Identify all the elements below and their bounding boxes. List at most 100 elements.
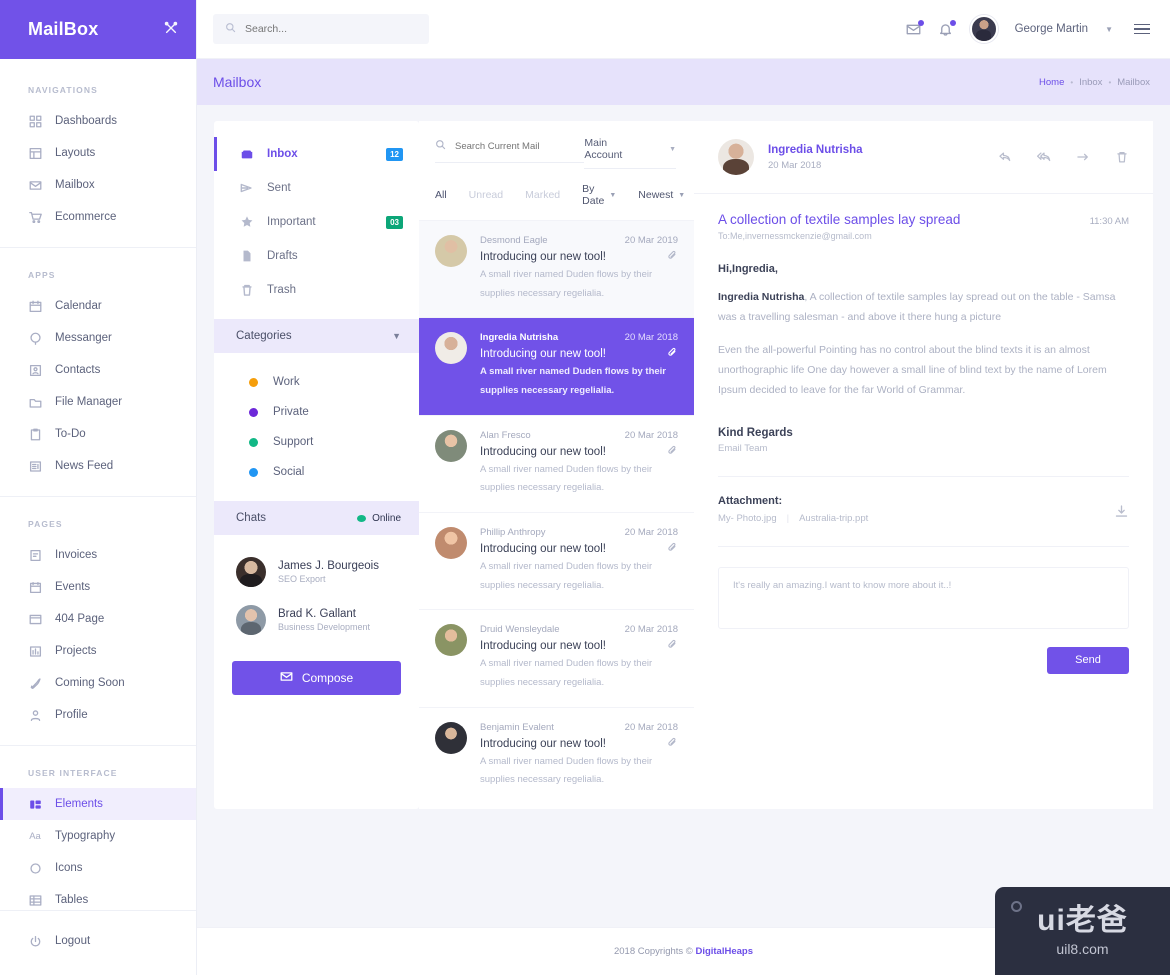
sidebar-item-coming-soon[interactable]: Coming Soon bbox=[0, 667, 196, 699]
sidebar-item-todo[interactable]: To-Do bbox=[0, 418, 196, 450]
send-button[interactable]: Send bbox=[1047, 646, 1129, 674]
mail-item[interactable]: Desmond Eagle 20 Mar 2019 Introducing ou… bbox=[419, 220, 694, 318]
filter-tab-marked[interactable]: Marked bbox=[525, 189, 560, 201]
category-private[interactable]: Private bbox=[214, 397, 419, 427]
mail-subject-row: Introducing our new tool! bbox=[480, 347, 678, 361]
sidebar-item-icons[interactable]: Icons bbox=[0, 852, 196, 884]
sidebar-item-ecommerce[interactable]: Ecommerce bbox=[0, 201, 196, 233]
compose-button[interactable]: Compose bbox=[232, 661, 401, 695]
tools-icon[interactable] bbox=[164, 21, 178, 39]
sort-by-select[interactable]: By Date ▼ bbox=[582, 183, 616, 207]
global-search[interactable] bbox=[213, 14, 429, 44]
reader-regards: Kind Regards bbox=[718, 426, 793, 439]
reader-time: 11:30 AM bbox=[1089, 216, 1129, 227]
reply-icon[interactable] bbox=[998, 150, 1012, 164]
folder-important[interactable]: Important 03 bbox=[214, 205, 419, 239]
clipboard-icon bbox=[28, 427, 42, 441]
chat-item[interactable]: James J. Bourgeois SEO Export bbox=[232, 549, 401, 597]
mail-item[interactable]: Phillip Anthropy 20 Mar 2018 Introducing… bbox=[419, 512, 694, 609]
hamburger-icon[interactable] bbox=[1134, 23, 1150, 35]
sidebar-item-typography[interactable]: Aa Typography bbox=[0, 820, 196, 852]
download-icon[interactable] bbox=[1114, 504, 1129, 524]
chat-info: Brad K. Gallant Business Development bbox=[278, 608, 370, 632]
category-label: Private bbox=[273, 406, 309, 418]
chat-item[interactable]: Brad K. Gallant Business Development bbox=[232, 597, 401, 645]
filter-tab-unread[interactable]: Unread bbox=[469, 189, 503, 201]
delete-icon[interactable] bbox=[1115, 150, 1129, 164]
sidebar-item-profile[interactable]: Profile bbox=[0, 699, 196, 731]
avatar bbox=[236, 557, 266, 587]
breadcrumb-home[interactable]: Home bbox=[1039, 77, 1064, 88]
user-icon bbox=[28, 708, 42, 722]
mail-preview: A small river named Duden flows by their… bbox=[480, 366, 667, 397]
reply-textarea[interactable]: It's really an amazing.I want to know mo… bbox=[718, 566, 1129, 629]
mail-item[interactable]: Druid Wensleydale 20 Mar 2018 Introducin… bbox=[419, 609, 694, 706]
folder-trash[interactable]: Trash bbox=[214, 273, 419, 307]
sidebar-item-messanger[interactable]: Messanger bbox=[0, 322, 196, 354]
sidebar-item-invoices[interactable]: Invoices bbox=[0, 539, 196, 571]
reader-sender[interactable]: Ingredia Nutrisha bbox=[768, 144, 863, 156]
filter-tab-all[interactable]: All bbox=[435, 189, 447, 201]
chevron-down-icon[interactable]: ▼ bbox=[392, 331, 401, 341]
sidebar-item-label: Profile bbox=[55, 709, 88, 721]
sidebar-item-label: Typography bbox=[55, 830, 116, 842]
envelope-icon bbox=[280, 670, 293, 686]
breadcrumb-inbox[interactable]: Inbox bbox=[1079, 77, 1102, 88]
rocket-icon bbox=[28, 676, 42, 690]
sidebar-item-layouts[interactable]: Layouts bbox=[0, 137, 196, 169]
mail-scroll[interactable]: Desmond Eagle 20 Mar 2019 Introducing ou… bbox=[419, 220, 694, 809]
mail-body: Druid Wensleydale 20 Mar 2018 Introducin… bbox=[480, 624, 678, 690]
folder-drafts[interactable]: Drafts bbox=[214, 239, 419, 273]
sidebar-item-elements[interactable]: Elements bbox=[0, 788, 196, 820]
category-dot bbox=[249, 437, 258, 447]
mail-search[interactable] bbox=[435, 137, 585, 163]
mail-notification-icon[interactable] bbox=[906, 19, 924, 37]
mail-item[interactable]: Benjamin Evalent 20 Mar 2018 Introducing… bbox=[419, 706, 694, 804]
reader-body: A collection of textile samples lay spre… bbox=[694, 194, 1153, 674]
mail-preview: A small river named Duden flows by their… bbox=[480, 269, 653, 299]
chevron-down-icon[interactable]: ▼ bbox=[1105, 25, 1113, 34]
sort-order-select[interactable]: Newest ▼ bbox=[638, 189, 685, 201]
bell-notification-icon[interactable] bbox=[938, 19, 956, 37]
sidebar-item-news-feed[interactable]: News Feed bbox=[0, 450, 196, 482]
reply-all-icon[interactable] bbox=[1037, 150, 1051, 164]
search-input[interactable] bbox=[245, 23, 417, 35]
mail-body: Benjamin Evalent 20 Mar 2018 Introducing… bbox=[480, 722, 678, 788]
categories-header[interactable]: Categories ▼ bbox=[214, 319, 419, 353]
avatar[interactable] bbox=[969, 15, 998, 43]
mail-item[interactable]: Ingredia Nutrisha 20 Mar 2018 Introducin… bbox=[419, 317, 694, 415]
events-icon bbox=[28, 580, 42, 594]
mail-date: 20 Mar 2018 bbox=[624, 332, 678, 344]
sidebar-item-contacts[interactable]: Contacts bbox=[0, 354, 196, 386]
user-name[interactable]: George Martin bbox=[1015, 23, 1089, 35]
sidebar-item-events[interactable]: Events bbox=[0, 571, 196, 603]
sidebar-item-mailbox[interactable]: Mailbox bbox=[0, 169, 196, 201]
mail-item[interactable]: Alan Fresco 20 Mar 2018 Introducing our … bbox=[419, 414, 694, 512]
mail-search-input[interactable] bbox=[455, 140, 585, 152]
folder-inbox[interactable]: Inbox 12 bbox=[214, 137, 419, 171]
footer-brand[interactable]: DigitalHeaps bbox=[695, 946, 753, 957]
category-work[interactable]: Work bbox=[214, 367, 419, 397]
folder-icon bbox=[28, 395, 42, 409]
attachment-file[interactable]: Australia-trip.ppt bbox=[799, 513, 868, 524]
chats-status-label: Online bbox=[372, 512, 401, 524]
breadcrumb: Home • Inbox • Mailbox bbox=[1039, 77, 1150, 88]
attachment-file[interactable]: My- Photo.jpg bbox=[718, 513, 777, 524]
star-icon bbox=[240, 215, 254, 229]
avatar bbox=[435, 235, 467, 267]
category-support[interactable]: Support bbox=[214, 427, 419, 457]
forward-icon[interactable] bbox=[1076, 150, 1090, 164]
category-social[interactable]: Social bbox=[214, 457, 419, 487]
folder-sent[interactable]: Sent bbox=[214, 171, 419, 205]
sidebar-item-calendar[interactable]: Calendar bbox=[0, 290, 196, 322]
account-select[interactable]: Main Account ▼ bbox=[584, 137, 676, 169]
sidebar-item-file-manager[interactable]: File Manager bbox=[0, 386, 196, 418]
mail-meta: Alan Fresco 20 Mar 2018 bbox=[480, 430, 678, 441]
breadcrumb-separator: • bbox=[1070, 77, 1074, 87]
circle-icon bbox=[28, 861, 42, 875]
sidebar-item-dashboards[interactable]: Dashboards bbox=[0, 105, 196, 137]
sidebar-item-logout[interactable]: Logout bbox=[0, 925, 196, 957]
sidebar-item-tables[interactable]: Tables bbox=[0, 884, 196, 910]
sidebar-item-404-page[interactable]: 404 Page bbox=[0, 603, 196, 635]
sidebar-item-projects[interactable]: Projects bbox=[0, 635, 196, 667]
